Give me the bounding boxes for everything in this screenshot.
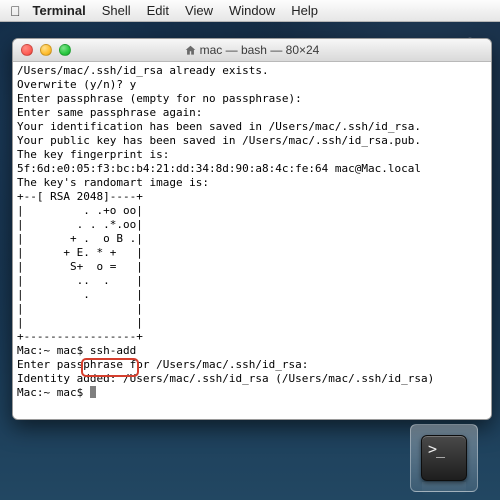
terminal-content[interactable]: /Users/mac/.ssh/id_rsa already exists. O… bbox=[13, 62, 491, 419]
command-highlight bbox=[81, 358, 139, 377]
window-title: mac — bash — 80×24 bbox=[13, 43, 491, 57]
dock bbox=[410, 424, 478, 492]
window-minimize-button[interactable] bbox=[40, 44, 52, 56]
window-titlebar[interactable]: mac — bash — 80×24 bbox=[13, 39, 491, 62]
menubar-app-name[interactable]: Terminal bbox=[33, 3, 86, 18]
terminal-cursor bbox=[90, 386, 96, 398]
system-menubar:  Terminal Shell Edit View Window Help bbox=[0, 0, 500, 22]
desktop-background:  Terminal Shell Edit View Window Help m… bbox=[0, 0, 500, 500]
menubar-item-window[interactable]: Window bbox=[229, 3, 275, 18]
home-icon bbox=[185, 45, 196, 56]
dock-item-terminal[interactable] bbox=[421, 435, 467, 481]
apple-menu-icon[interactable]:  bbox=[10, 3, 21, 19]
terminal-window: mac — bash — 80×24 /Users/mac/.ssh/id_rs… bbox=[12, 38, 492, 420]
menubar-item-view[interactable]: View bbox=[185, 3, 213, 18]
dock-reflection bbox=[422, 482, 466, 496]
window-zoom-button[interactable] bbox=[59, 44, 71, 56]
window-traffic-lights bbox=[21, 44, 71, 56]
menubar-item-shell[interactable]: Shell bbox=[102, 3, 131, 18]
window-close-button[interactable] bbox=[21, 44, 33, 56]
menubar-item-help[interactable]: Help bbox=[291, 3, 318, 18]
menubar-item-edit[interactable]: Edit bbox=[147, 3, 169, 18]
